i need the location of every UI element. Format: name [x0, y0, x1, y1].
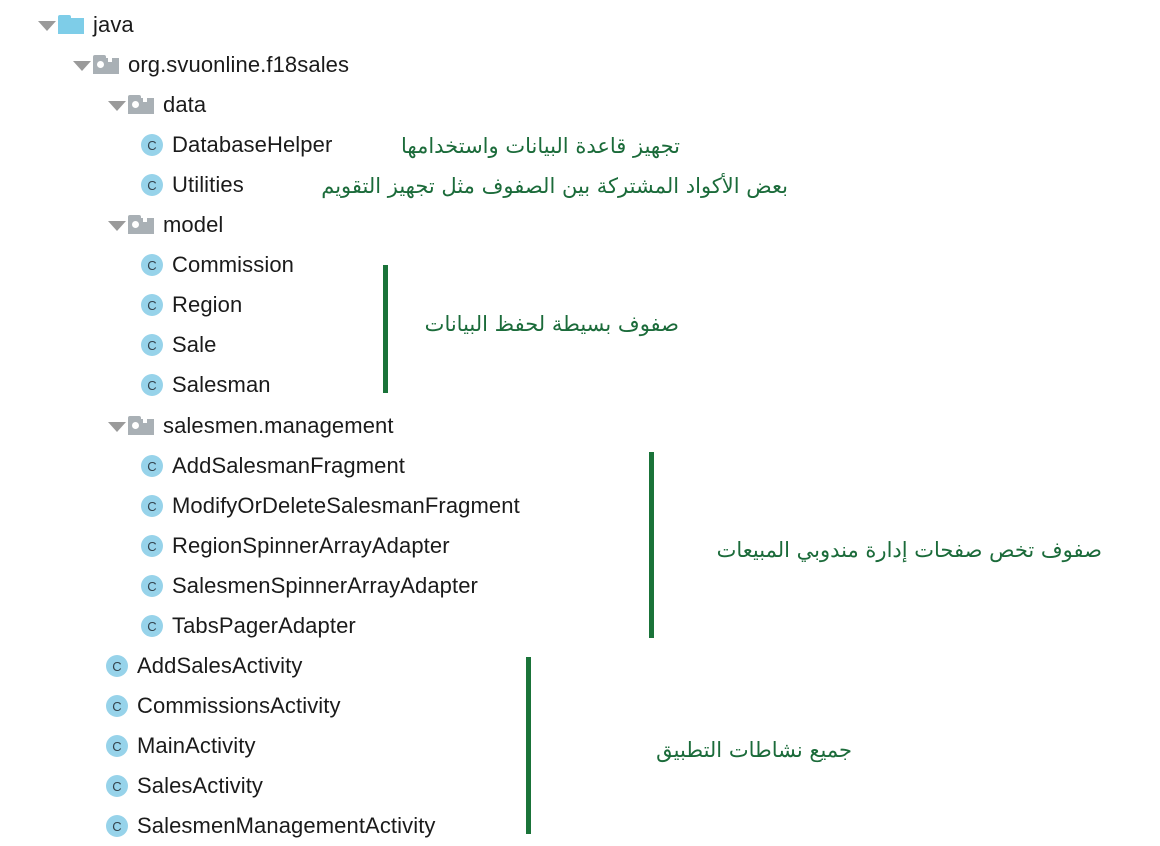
folder-package-icon [128, 95, 154, 115]
tree-row-label: java [93, 12, 134, 37]
chevron-down-icon[interactable] [106, 406, 128, 446]
activities-bracket [526, 657, 531, 834]
tree-row[interactable]: C DatabaseHelper [141, 125, 332, 165]
folder-package-icon [93, 55, 119, 75]
tree-row[interactable]: C SalesmenSpinnerArrayAdapter [141, 566, 478, 606]
tree-row[interactable]: C CommissionsActivity [106, 686, 341, 726]
class-icon: C [106, 775, 128, 797]
tree-row[interactable]: C RegionSpinnerArrayAdapter [141, 526, 450, 566]
tree-row[interactable]: C Utilities [141, 165, 244, 205]
tree-row[interactable]: C Region [141, 285, 242, 325]
chevron-down-icon[interactable] [106, 205, 128, 245]
class-icon: C [106, 735, 128, 757]
tree-row-label: MainActivity [137, 733, 256, 758]
tree-row-label: DatabaseHelper [172, 132, 333, 157]
tree-row[interactable]: C ModifyOrDeleteSalesmanFragment [141, 486, 520, 526]
class-icon: C [141, 294, 163, 316]
tree-row-label: model [163, 212, 224, 237]
class-icon: C [141, 254, 163, 276]
annotation-text: صفوف تخص صفحات إدارة مندوبي المبيعات [716, 538, 1102, 562]
model-bracket [383, 265, 388, 393]
tree-row[interactable]: salesmen.management [106, 406, 394, 446]
folder-source-icon [58, 15, 84, 35]
class-icon: C [141, 575, 163, 597]
tree-row-label: org.svuonline.f18sales [128, 52, 350, 77]
tree-row-label: data [163, 92, 207, 117]
tree-row-label: salesmen.management [163, 413, 394, 438]
tree-row-label: SalesmenManagementActivity [137, 813, 436, 838]
tree-row[interactable]: org.svuonline.f18sales [71, 45, 349, 85]
chevron-down-icon[interactable] [36, 5, 58, 45]
tree-row[interactable]: C Sale [141, 325, 216, 365]
class-icon: C [106, 815, 128, 837]
annotation-text: تجهيز قاعدة البيانات واستخدامها [401, 134, 680, 158]
tree-row[interactable]: C AddSalesmanFragment [141, 446, 405, 486]
tree-row-label: ModifyOrDeleteSalesmanFragment [172, 493, 520, 518]
tree-row[interactable]: C AddSalesActivity [106, 646, 302, 686]
tree-row[interactable]: C SalesActivity [106, 766, 263, 806]
tree-row-label: AddSalesActivity [137, 653, 303, 678]
tree-row-label: SalesActivity [137, 773, 264, 798]
tree-row-label: SalesmenSpinnerArrayAdapter [172, 573, 478, 598]
chevron-down-icon[interactable] [71, 45, 93, 85]
tree-row[interactable]: C SalesmenManagementActivity [106, 806, 436, 846]
tree-row[interactable]: C MainActivity [106, 726, 256, 766]
tree-row[interactable]: data [106, 85, 206, 125]
tree-row[interactable]: model [106, 205, 223, 245]
tree-row[interactable]: C Commission [141, 245, 294, 285]
class-icon: C [141, 134, 163, 156]
tree-row-label: RegionSpinnerArrayAdapter [172, 533, 450, 558]
class-icon: C [141, 535, 163, 557]
class-icon: C [141, 374, 163, 396]
tree-row-label: Region [172, 292, 243, 317]
class-icon: C [141, 334, 163, 356]
tree-row-label: CommissionsActivity [137, 693, 341, 718]
folder-package-icon [128, 416, 154, 436]
tree-row-label: AddSalesmanFragment [172, 453, 406, 478]
class-icon: C [106, 695, 128, 717]
tree-row-label: Sale [172, 332, 217, 357]
annotation-text: صفوف بسيطة لحفظ البيانات [424, 312, 679, 336]
class-icon: C [141, 174, 163, 196]
class-icon: C [141, 455, 163, 477]
project-file-tree[interactable]: java org.svuonline.f18sales data C DatabaseH… [0, 0, 1160, 842]
tree-row[interactable]: C Salesman [141, 365, 271, 405]
tree-row-label: Salesman [172, 372, 271, 397]
annotation-text: جميع نشاطات التطبيق [656, 738, 852, 762]
management-bracket [649, 452, 654, 638]
folder-package-icon [128, 215, 154, 235]
annotation-text: بعض الأكواد المشتركة بين الصفوف مثل تجهي… [321, 174, 788, 198]
tree-row-label: Commission [172, 252, 295, 277]
chevron-down-icon[interactable] [106, 85, 128, 125]
tree-row[interactable]: C TabsPagerAdapter [141, 606, 356, 646]
tree-row[interactable]: java [36, 5, 134, 45]
class-icon: C [141, 615, 163, 637]
class-icon: C [141, 495, 163, 517]
tree-row-label: TabsPagerAdapter [172, 613, 356, 638]
class-icon: C [106, 655, 128, 677]
tree-row-label: Utilities [172, 172, 244, 197]
